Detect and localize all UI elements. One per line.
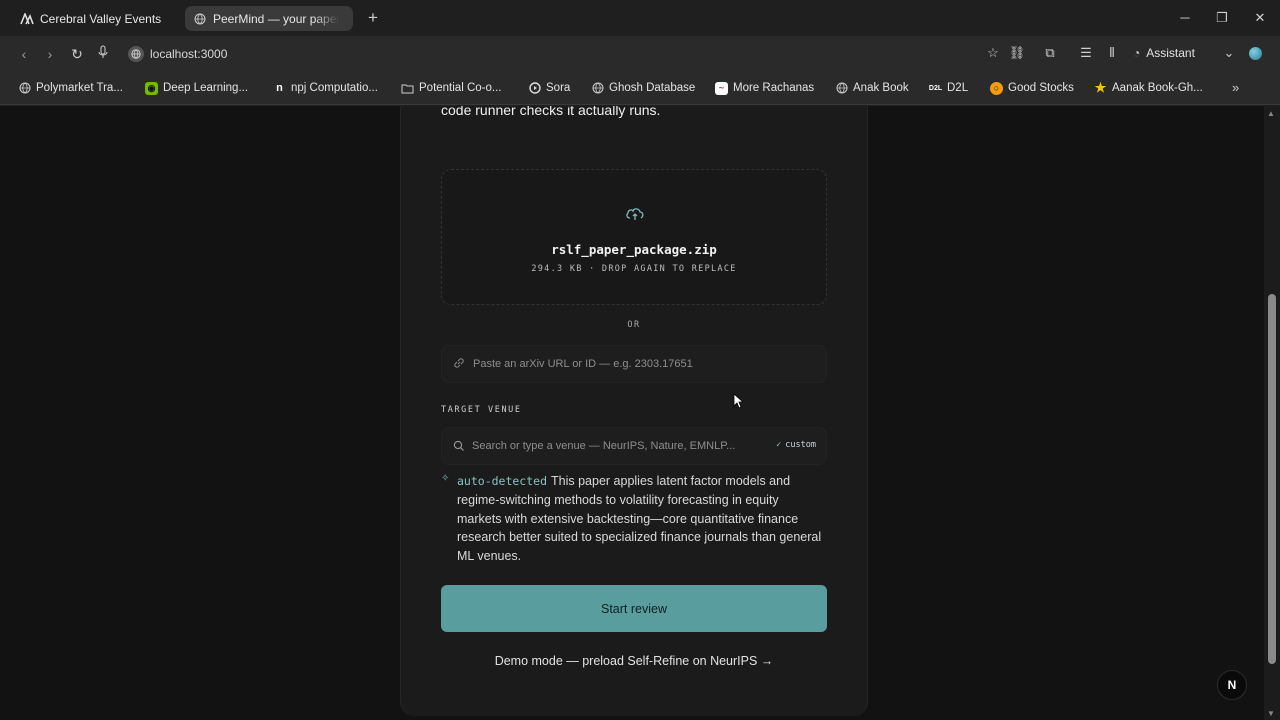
bookmark-star-icon[interactable]: ☆	[984, 44, 1002, 62]
bookmark-deep-learning[interactable]: ◉ Deep Learning...	[145, 80, 248, 96]
chevron-down-icon[interactable]: ⌄	[1220, 44, 1238, 62]
page-scrollbar[interactable]: ▲ ▼	[1264, 106, 1280, 720]
tab-peermind[interactable]: PeerMind — your paper's	[185, 6, 353, 31]
bookmark-aanak-book[interactable]: ★ Aanak Book-Gh...	[1094, 80, 1203, 96]
venue-field[interactable]: ✓custom	[441, 427, 827, 465]
site-info-icon[interactable]	[128, 45, 144, 62]
bookmark-label: npj Computatio...	[291, 82, 378, 94]
detection-text: auto-detected This paper applies latent f…	[457, 472, 825, 566]
target-venue-label: TARGET VENUE	[441, 405, 522, 415]
audio-icon[interactable]: ⦀	[1103, 44, 1121, 62]
auto-detected-tag: auto-detected	[457, 474, 548, 488]
bookmark-sora[interactable]: Sora	[528, 80, 570, 96]
bookmark-label: D2L	[947, 82, 969, 94]
venue-search-input[interactable]	[472, 440, 742, 452]
arxiv-input[interactable]	[473, 358, 813, 370]
folder-icon	[401, 82, 414, 95]
scroll-thumb[interactable]	[1268, 294, 1276, 664]
bookmark-label: Good Stocks	[1008, 82, 1074, 94]
cerebral-valley-icon	[20, 12, 34, 26]
forward-button[interactable]: ›	[40, 44, 60, 64]
tab-label: Cerebral Valley Events	[40, 11, 162, 26]
scroll-up-icon[interactable]: ▲	[1267, 109, 1275, 118]
globe-icon	[835, 82, 848, 95]
bookmark-polymarket[interactable]: Polymarket Tra...	[18, 80, 123, 96]
bookmark-label: Potential Co-o...	[419, 82, 502, 94]
more-bookmarks-icon[interactable]: »	[1232, 80, 1239, 95]
reading-list-icon[interactable]: ☰	[1077, 44, 1095, 62]
bookmark-more-rachanas[interactable]: ~ More Rachanas	[715, 80, 814, 96]
scroll-down-icon[interactable]: ▼	[1267, 709, 1275, 718]
bookmark-anak-book[interactable]: Anak Book	[835, 80, 909, 96]
search-icon	[453, 440, 464, 451]
upload-dropzone[interactable]: rslf_paper_package.zip 294.3 KB · DROP A…	[441, 169, 827, 305]
link-icon[interactable]: ⛓	[1008, 44, 1026, 62]
bookmark-label: Anak Book	[853, 82, 909, 94]
start-review-button[interactable]: Start review	[441, 585, 827, 632]
url-text: localhost:3000	[150, 46, 228, 61]
back-button[interactable]: ‹	[14, 44, 34, 64]
bookmark-label: Aanak Book-Gh...	[1112, 82, 1203, 94]
sparkle-icon: ✧	[441, 473, 450, 484]
bookmark-label: Ghosh Database	[609, 82, 696, 94]
new-tab-button[interactable]: +	[363, 8, 383, 28]
stocks-icon: ○	[990, 81, 1003, 95]
or-separator: OR	[627, 320, 641, 330]
custom-badge-label: custom	[785, 440, 816, 450]
bookmark-d2l[interactable]: D2L D2L	[929, 80, 968, 96]
bookmark-label: More Rachanas	[733, 82, 815, 94]
restore-button[interactable]: ❐	[1212, 8, 1232, 28]
arxiv-field[interactable]	[441, 345, 827, 383]
demo-mode-link[interactable]: Demo mode — preload Self-Refine on NeurI…	[441, 654, 827, 668]
globe-icon	[193, 12, 207, 26]
nextjs-dev-badge[interactable]: N	[1217, 670, 1247, 700]
globe-icon	[18, 82, 31, 95]
browser-toolbar: ‹ › ↻ localhost:3000 ☆ ⛓ ⧉ ☰ ⦀ ◔ Assista…	[0, 36, 1280, 71]
minimize-button[interactable]: ─	[1175, 8, 1195, 28]
n-icon: n	[276, 82, 283, 94]
bookmark-label: Sora	[546, 82, 571, 94]
uploaded-file-meta: 294.3 KB · DROP AGAIN TO REPLACE	[531, 264, 737, 274]
tab-cerebral-valley[interactable]: Cerebral Valley Events	[12, 6, 182, 31]
assistant-button[interactable]: ◔ Assistant	[1133, 44, 1195, 62]
nvidia-icon: ◉	[145, 81, 158, 95]
close-window-button[interactable]: ✕	[1250, 8, 1270, 28]
sora-icon	[528, 82, 541, 95]
intro-text: code runner checks it actually runs.	[441, 106, 661, 118]
rachana-icon: ~	[715, 81, 728, 95]
bookmark-label: Deep Learning...	[163, 82, 249, 94]
cloud-upload-icon	[626, 208, 644, 220]
tab-label: PeerMind — your paper's	[213, 11, 339, 26]
bookmarks-bar: Polymarket Tra... ◉ Deep Learning... n n…	[0, 71, 1280, 105]
bookmark-potential[interactable]: Potential Co-o...	[401, 80, 501, 96]
link-icon	[453, 357, 465, 372]
bookmark-good-stocks[interactable]: ○ Good Stocks	[990, 80, 1074, 96]
microphone-icon[interactable]	[93, 44, 113, 64]
extensions-icon[interactable]: ⧉	[1041, 44, 1059, 62]
profile-avatar[interactable]	[1249, 47, 1262, 60]
address-bar[interactable]: localhost:3000	[124, 41, 1224, 66]
d2l-icon: D2L	[928, 84, 943, 92]
tab-strip: Cerebral Valley Events PeerMind — your p…	[0, 0, 1280, 36]
uploaded-file-name: rslf_paper_package.zip	[551, 242, 717, 257]
custom-venue-badge: ✓ custom	[776, 440, 816, 450]
bookmark-npj[interactable]: n npj Computatio...	[273, 80, 378, 96]
bookmark-ghosh-database[interactable]: Ghosh Database	[591, 80, 695, 96]
star-icon: ★	[1094, 80, 1107, 95]
globe-icon	[591, 82, 604, 95]
assistant-icon: ◔	[1133, 46, 1141, 60]
check-icon: ✓	[776, 440, 782, 450]
mouse-cursor-icon	[733, 393, 743, 409]
assistant-label: Assistant	[1146, 46, 1195, 60]
reload-icon[interactable]: ↻	[67, 44, 87, 64]
bookmark-label: Polymarket Tra...	[36, 82, 123, 94]
page-viewport: code runner checks it actually runs. rsl…	[0, 106, 1264, 720]
